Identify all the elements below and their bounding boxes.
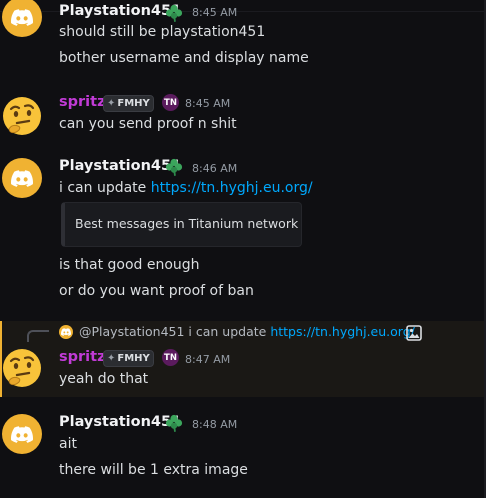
reply-text: i can update — [184, 324, 271, 339]
message-timestamp: 8:48 AM — [192, 418, 238, 431]
reply-preview[interactable]: @Playstation451 i can update https://tn.… — [79, 324, 415, 339]
author-name[interactable]: Playstation451 — [59, 3, 181, 19]
reply-link[interactable]: https://tn.hyghj.eu.org/ — [270, 324, 415, 339]
message-link[interactable]: https://tn.hyghj.eu.org/ — [151, 180, 313, 196]
tn-badge: TN — [162, 94, 179, 111]
embed-title[interactable]: Best messages in Titanium network — [75, 216, 298, 231]
message-text: or do you want proof of ban — [59, 283, 254, 299]
mention-highlight-bar — [0, 321, 2, 397]
discord-logo-icon — [11, 9, 33, 26]
server-tag[interactable]: ✦ FMHY — [103, 350, 154, 367]
avatar[interactable] — [2, 158, 42, 198]
avatar[interactable] — [2, 0, 42, 37]
message-timestamp: 8:45 AM — [192, 6, 238, 19]
sparkle-icon: ✦ — [107, 98, 116, 109]
message-timestamp: 8:47 AM — [185, 353, 231, 366]
avatar[interactable] — [2, 348, 42, 388]
message-timestamp: 8:45 AM — [185, 97, 231, 110]
clover-badge-icon — [165, 414, 183, 432]
message-text-prefix: i can update — [59, 180, 151, 196]
author-name[interactable]: Playstation451 — [59, 414, 181, 430]
message-text: ait — [59, 436, 77, 452]
avatar[interactable] — [2, 414, 42, 454]
message-text: bother username and display name — [59, 50, 309, 66]
author-name[interactable]: Playstation451 — [59, 158, 181, 174]
reply-mention[interactable]: @Playstation451 — [79, 324, 184, 339]
message-timestamp: 8:46 AM — [192, 162, 238, 175]
discord-logo-icon — [11, 170, 33, 187]
author-name[interactable]: spritz — [59, 349, 106, 365]
link-embed[interactable]: Best messages in Titanium network — [61, 202, 302, 247]
message-text: can you send proof n shit — [59, 116, 237, 132]
author-name[interactable]: spritz — [59, 94, 106, 110]
reply-avatar[interactable] — [59, 325, 73, 339]
avatar[interactable] — [2, 96, 42, 136]
message-text: is that good enough — [59, 257, 200, 273]
clover-badge-icon — [165, 4, 183, 22]
message-text: yeah do that — [59, 371, 149, 387]
message-text: should still be playstation451 — [59, 24, 266, 40]
message-text: there will be 1 extra image — [59, 462, 248, 478]
server-tag-label: FMHY — [117, 98, 150, 109]
discord-logo-icon — [11, 426, 33, 443]
clover-badge-icon — [165, 158, 183, 176]
discord-logo-icon — [61, 328, 71, 336]
tn-badge: TN — [162, 349, 179, 366]
server-tag[interactable]: ✦ FMHY — [103, 95, 154, 112]
server-tag-label: FMHY — [117, 353, 150, 364]
message-text: i can update https://tn.hyghj.eu.org/ — [59, 180, 313, 196]
sparkle-icon: ✦ — [107, 353, 116, 364]
image-icon — [406, 325, 422, 341]
reply-spine — [27, 330, 49, 342]
